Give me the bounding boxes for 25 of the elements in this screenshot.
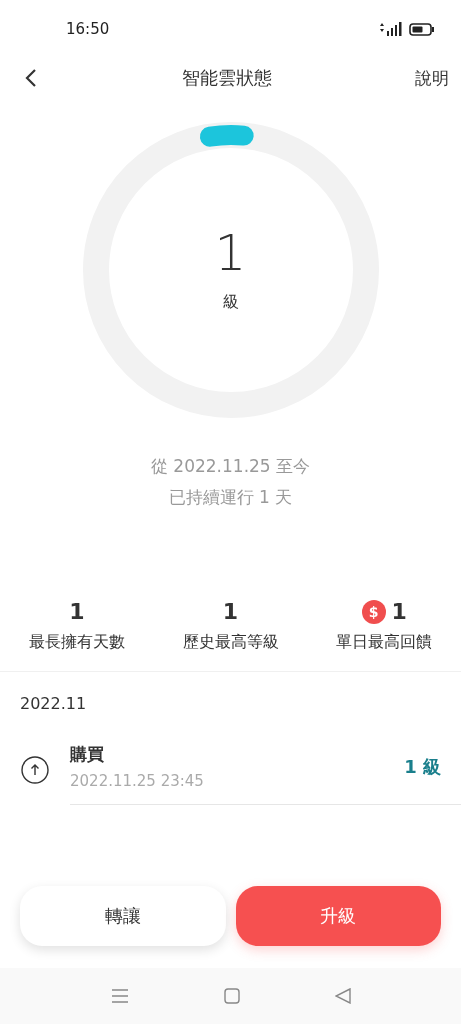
stat-value: 1 [222,599,239,624]
stat-value: 1 [69,599,85,624]
status-time: 16:50 [66,20,110,38]
signal-icon [379,22,403,36]
transfer-button[interactable]: 轉讓 [20,886,226,946]
coin-icon: $ [361,599,386,624]
month-heading: 2022.11 [19,693,88,713]
stat-label: 歷史最高等級 [182,632,279,653]
level-unit: 級 [222,291,239,313]
home-icon[interactable] [223,988,240,1004]
record-level: 1 級 [404,754,441,779]
back-icon[interactable] [24,68,38,88]
menu-icon[interactable] [110,988,129,1004]
stat-label: 單日最高回饋 [336,632,433,653]
duration-text: 已持續運行 1 天 [168,486,293,509]
duration-text: 從 2022.11.25 至今 [150,455,311,478]
stat-value: 1 [391,599,407,624]
record-title: 購買 [70,743,105,766]
battery-icon [409,22,435,36]
back-nav-icon[interactable] [334,988,351,1004]
help-link[interactable]: 說明 [415,66,449,90]
stat-label: 最長擁有天數 [28,632,125,653]
page-title: 智能雲狀態 [181,66,272,90]
record-time: 2022.11.25 23:45 [70,772,204,790]
level-value: 1 [214,227,247,278]
